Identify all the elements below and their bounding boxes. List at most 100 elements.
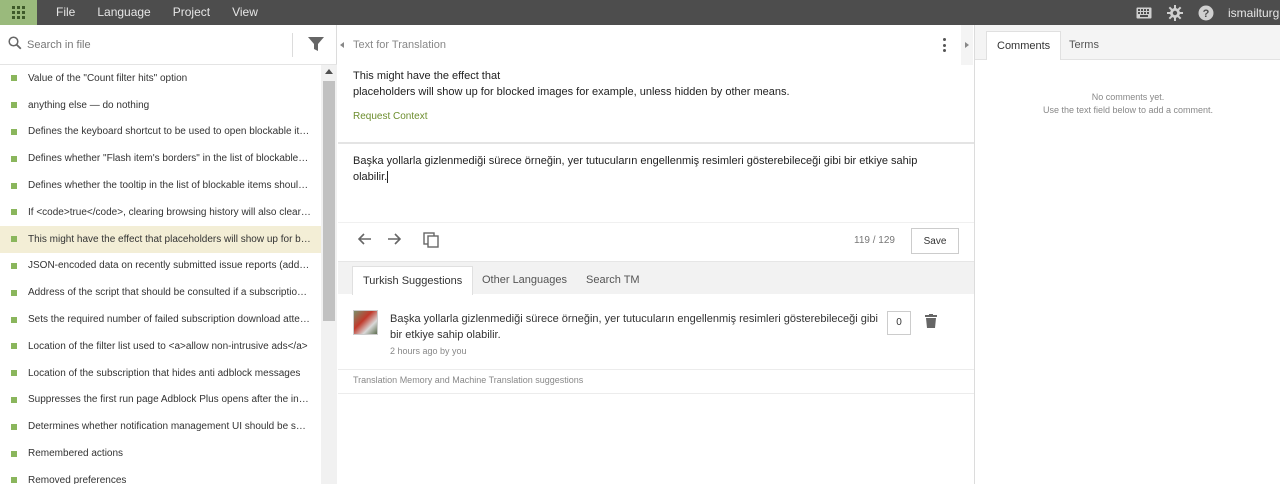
source-title: Text for Translation xyxy=(353,39,446,51)
status-dot-icon xyxy=(11,209,17,216)
status-dot-icon xyxy=(11,370,17,377)
list-item[interactable]: JSON-encoded data on recently submitted … xyxy=(0,253,321,280)
list-item-label: Defines the keyboard shortcut to be used… xyxy=(28,126,311,138)
list-item-label: JSON-encoded data on recently submitted … xyxy=(28,260,311,272)
list-item[interactable]: Defines whether the tooltip in the list … xyxy=(0,172,321,199)
translation-input[interactable]: Başka yollarla gizlenmediği sürece örneğ… xyxy=(353,153,953,185)
status-dot-icon xyxy=(11,236,17,243)
username[interactable]: ismailturgut xyxy=(1228,6,1280,20)
divider xyxy=(292,33,293,57)
list-item-label: If <code>true</code>, clearing browsing … xyxy=(28,206,311,218)
gear-icon[interactable] xyxy=(1166,4,1183,21)
status-dot-icon xyxy=(11,289,17,296)
copy-source-icon[interactable] xyxy=(423,232,439,251)
list-item[interactable]: Value of the "Count filter hits" option xyxy=(0,65,321,92)
list-item[interactable]: Remembered actions xyxy=(0,440,321,467)
top-icons: ? ismailturgut xyxy=(1135,0,1280,25)
string-list: Value of the "Count filter hits" option a… xyxy=(0,65,321,484)
keyboard-icon[interactable] xyxy=(1135,4,1152,21)
string-list-panel: Value of the "Count filter hits" option a… xyxy=(0,25,337,484)
editor-panel: Text for Translation This might have the… xyxy=(338,25,974,484)
list-item-label: Removed preferences xyxy=(28,474,127,484)
list-item[interactable]: Sets the required number of failed subsc… xyxy=(0,306,321,333)
status-dot-icon xyxy=(11,316,17,323)
save-button[interactable]: Save xyxy=(911,228,959,254)
search-input[interactable] xyxy=(27,35,287,55)
translation-text: Başka yollarla gizlenmediği sürece örneğ… xyxy=(353,155,918,183)
list-item-label: Suppresses the first run page Adblock Pl… xyxy=(28,394,311,406)
filter-icon[interactable] xyxy=(308,37,324,55)
tab-search-tm[interactable]: Search TM xyxy=(576,266,650,295)
next-arrow-icon[interactable] xyxy=(387,233,402,248)
text-caret xyxy=(387,171,389,184)
list-item-label: Defines whether the tooltip in the list … xyxy=(28,180,311,192)
list-item-label: anything else — do nothing xyxy=(28,99,150,111)
list-item[interactable]: Defines whether "Flash item's borders" i… xyxy=(0,145,321,172)
list-item[interactable]: Location of the filter list used to <a>a… xyxy=(0,333,321,360)
tab-other-languages[interactable]: Other Languages xyxy=(472,266,577,295)
list-item[interactable]: Removed preferences xyxy=(0,467,321,484)
suggestion-tabs: Turkish Suggestions Other Languages Sear… xyxy=(338,261,974,295)
status-dot-icon xyxy=(11,155,17,162)
trash-icon[interactable] xyxy=(925,314,937,331)
comments-panel: Comments Terms No comments yet. Use the … xyxy=(974,25,1280,484)
status-dot-icon xyxy=(11,75,17,82)
list-item[interactable]: Suppresses the first run page Adblock Pl… xyxy=(0,387,321,414)
previous-arrow-icon[interactable] xyxy=(357,233,372,248)
list-item-label: Location of the subscription that hides … xyxy=(28,367,301,379)
more-options-icon[interactable] xyxy=(943,38,947,52)
tm-suggestions-label: Translation Memory and Machine Translati… xyxy=(353,375,584,385)
scroll-thumb[interactable] xyxy=(323,81,335,321)
vote-count[interactable]: 0 xyxy=(887,311,911,335)
list-item-label: Remembered actions xyxy=(28,448,124,460)
list-item[interactable]: Defines the keyboard shortcut to be used… xyxy=(0,119,321,146)
status-dot-icon xyxy=(11,343,17,350)
collapse-right-icon[interactable] xyxy=(965,42,969,48)
list-item-label: Address of the script that should be con… xyxy=(28,287,311,299)
list-item[interactable]: Determines whether notification manageme… xyxy=(0,413,321,440)
suggestion-text: Başka yollarla gizlenmediği sürece örneğ… xyxy=(390,313,878,341)
source-line-2: placeholders will show up for blocked im… xyxy=(353,86,790,98)
avatar xyxy=(353,310,378,335)
status-dot-icon xyxy=(11,423,17,430)
no-comments-line-2: Use the text field below to add a commen… xyxy=(1042,105,1214,115)
menu-file[interactable]: File xyxy=(56,0,75,25)
no-comments-line-1: No comments yet. xyxy=(1091,92,1165,102)
tab-turkish-suggestions[interactable]: Turkish Suggestions xyxy=(352,266,474,295)
suggestion-meta: 2 hours ago by you xyxy=(390,346,467,356)
status-dot-icon xyxy=(11,182,17,189)
list-item[interactable]: Address of the script that should be con… xyxy=(0,279,321,306)
divider xyxy=(338,393,974,394)
list-item[interactable]: This might have the effect that placehol… xyxy=(0,225,321,253)
list-item-label: Sets the required number of failed subsc… xyxy=(28,314,311,326)
divider xyxy=(338,369,974,370)
apps-button[interactable] xyxy=(0,0,37,25)
svg-text:?: ? xyxy=(1202,8,1209,20)
suggestion-item[interactable]: Başka yollarla gizlenmediği sürece örneğ… xyxy=(338,294,974,369)
menu-language[interactable]: Language xyxy=(97,0,150,25)
tab-terms[interactable]: Terms xyxy=(1059,31,1109,60)
scroll-up-arrow-icon[interactable] xyxy=(325,69,333,74)
list-item-label: Location of the filter list used to <a>a… xyxy=(28,340,308,352)
list-item[interactable]: anything else — do nothing xyxy=(0,92,321,119)
status-dot-icon xyxy=(11,262,17,269)
request-context-link[interactable]: Request Context xyxy=(353,111,428,122)
list-item-label: Determines whether notification manageme… xyxy=(28,421,311,433)
divider xyxy=(338,222,974,223)
status-dot-icon xyxy=(11,102,17,109)
help-icon[interactable]: ? xyxy=(1197,4,1214,21)
apps-grid-icon xyxy=(12,6,25,19)
tab-comments[interactable]: Comments xyxy=(986,31,1062,60)
list-item[interactable]: If <code>true</code>, clearing browsing … xyxy=(0,199,321,226)
list-item[interactable]: Location of the subscription that hides … xyxy=(0,360,321,387)
scrollbar[interactable] xyxy=(321,65,337,484)
status-dot-icon xyxy=(11,477,17,484)
menu-project[interactable]: Project xyxy=(173,0,210,25)
menu-view[interactable]: View xyxy=(232,0,258,25)
list-item-label: Value of the "Count filter hits" option xyxy=(28,72,188,84)
status-dot-icon xyxy=(11,450,17,457)
top-bar: File Language Project View ? ismailturgu… xyxy=(0,0,1280,25)
status-dot-icon xyxy=(11,128,17,135)
no-comments-message: No comments yet. Use the text field belo… xyxy=(975,91,1280,117)
search-bar xyxy=(0,25,337,65)
